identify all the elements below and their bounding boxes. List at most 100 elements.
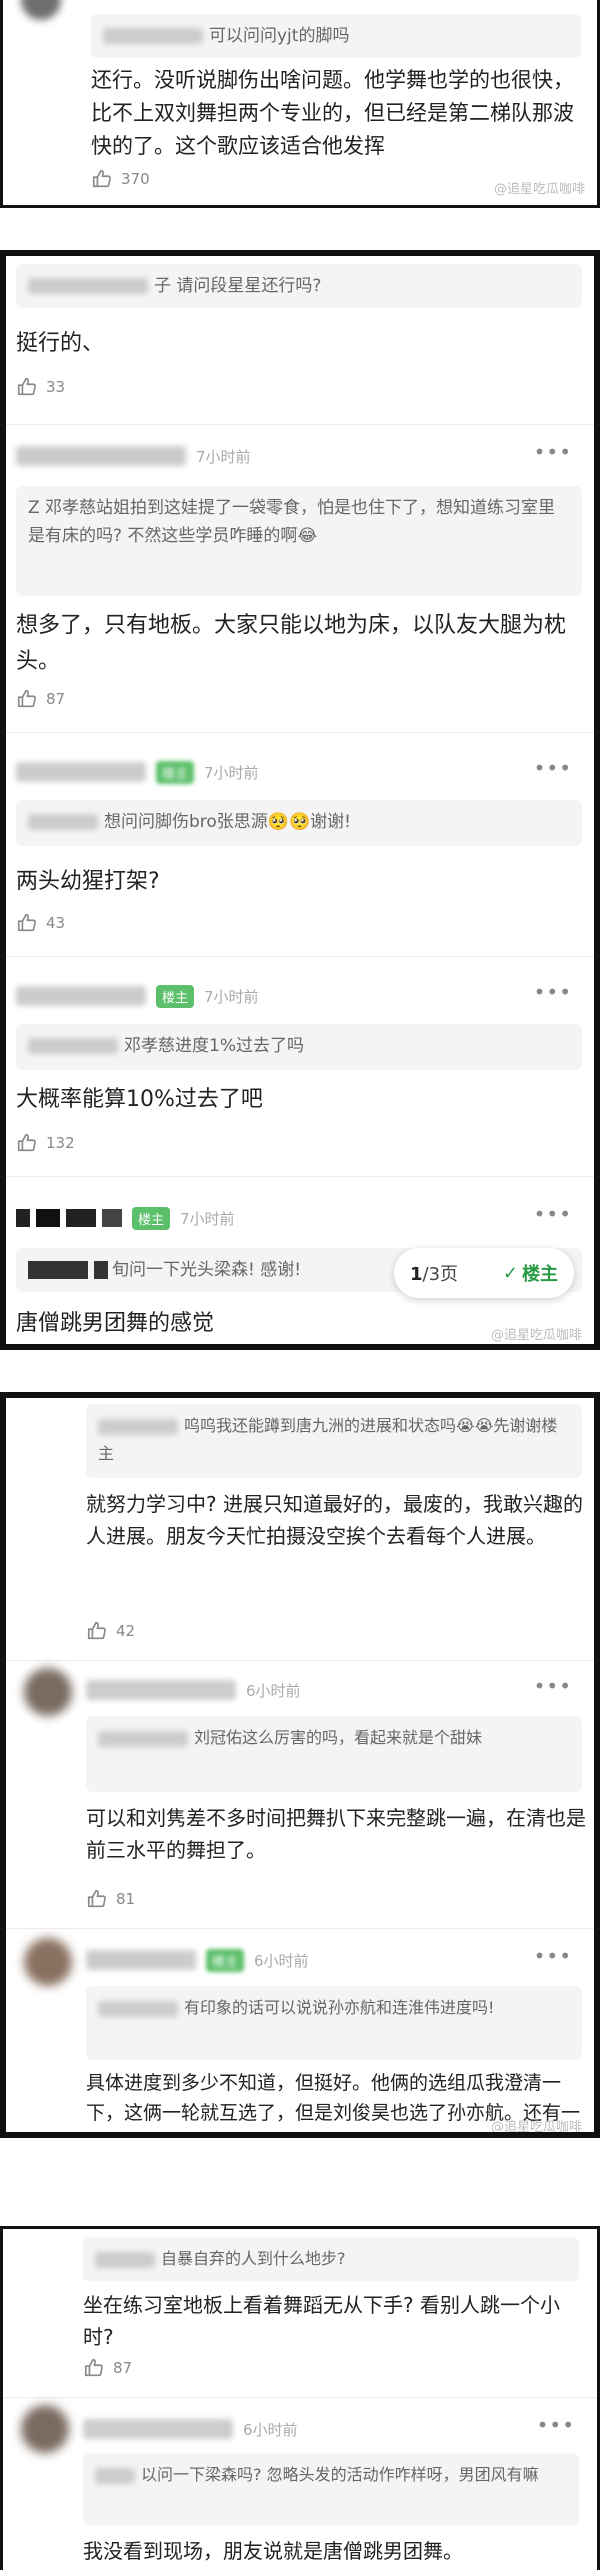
only-owner-toggle[interactable]: ✓ 楼主	[502, 1260, 558, 1286]
quoted-comment: 想问问脚伤bro张思源🥺🥺谢谢!	[16, 800, 582, 846]
like-button[interactable]: 87	[83, 2357, 132, 2379]
owner-badge: 楼主	[156, 984, 195, 1008]
more-options-icon[interactable]: •••	[537, 2413, 575, 2437]
quoted-text: 有印象的话可以说说孙亦航和连淮伟进度吗!	[184, 1998, 495, 2017]
username[interactable]	[16, 1209, 122, 1227]
reply-text: 我没看到现场，朋友说就是唐僧跳男团舞。	[83, 2539, 463, 2563]
like-count: 370	[121, 170, 150, 188]
watermark: @追星吃瓜咖啡	[490, 2120, 582, 2135]
reply-text: 两头幼猩打架?	[16, 869, 160, 894]
quoted-comment: 有印象的话可以说说孙亦航和连淮伟进度吗!	[86, 1986, 582, 2060]
username[interactable]	[86, 1680, 236, 1700]
quoted-comment: 以问一下梁森吗? 忽略头发的活动作咋样呀，男团风有嘛	[83, 2453, 579, 2525]
reply-text: 还行。没听说脚伤出啥问题。他学舞也学的也很快，比不上双刘舞担两个专业的，但已经是…	[91, 68, 574, 158]
like-button[interactable]: 33	[16, 376, 65, 398]
quoted-comment: Z 邓孝慈站姐拍到这娃提了一袋零食，怕是也住下了，想知道练习室里是有床的吗? 不…	[16, 486, 582, 596]
avatar[interactable]	[24, 1938, 72, 1986]
divider	[6, 1928, 594, 1929]
thumbs-up-icon	[16, 688, 38, 710]
like-count: 87	[46, 690, 66, 708]
timestamp: 7小时前	[196, 447, 251, 466]
comment-header: 7小时前	[16, 436, 251, 476]
avatar[interactable]	[24, 1668, 72, 1716]
reply-text: 大概率能算10%过去了吧	[16, 1087, 263, 1112]
divider	[6, 1176, 594, 1177]
quoted-text: 子 请问段星星还行吗?	[154, 276, 322, 296]
timestamp: 7小时前	[204, 763, 259, 782]
comment-header: 楼主 6小时前	[86, 1940, 309, 1980]
divider	[3, 2397, 597, 2398]
comment-panel-4: 自暴自弃的人到什么地步? 坐在练习室地板上看着舞蹈无从下手? 看别人跳一个小时?…	[0, 2226, 600, 2570]
quoted-text: Z 邓孝慈站姐拍到这娃提了一袋零食，怕是也住下了，想知道练习室里是有床的吗? 不…	[28, 498, 556, 546]
quoted-text: 自暴自弃的人到什么地步?	[161, 2249, 346, 2268]
like-count: 87	[113, 2359, 133, 2377]
like-button[interactable]: 370	[91, 168, 150, 190]
watermark: @追星吃瓜咖啡	[493, 182, 585, 197]
quoted-comment: 可以问问yjt的脚吗	[91, 14, 581, 58]
like-count: 132	[46, 1134, 75, 1152]
owner-badge: 楼主	[156, 760, 195, 784]
comment-header: 楼主 7小时前	[16, 752, 259, 792]
thumbs-up-icon	[86, 1620, 108, 1642]
more-options-icon[interactable]: •••	[534, 1202, 572, 1226]
like-count: 33	[46, 378, 66, 396]
comment-panel-3: 呜呜我还能蹲到唐九洲的进展和状态吗😭😭先谢谢楼主 就努力学习中? 进展只知道最好…	[0, 1392, 600, 2138]
quoted-comment: 呜呜我还能蹲到唐九洲的进展和状态吗😭😭先谢谢楼主	[86, 1404, 582, 1478]
quoted-text: 刘冠佑这么厉害的吗，看起来就是个甜妹	[194, 1728, 483, 1747]
reply-text: 就努力学习中? 进展只知道最好的，最废的，我敢兴趣的人进展。朋友今天忙拍摄没空挨…	[86, 1492, 583, 1548]
like-button[interactable]: 87	[16, 688, 65, 710]
like-button[interactable]: 81	[86, 1888, 135, 1910]
reply-text: 唐僧跳男团舞的感觉	[16, 1311, 215, 1336]
comment-header: 楼主 7小时前	[16, 976, 259, 1016]
thumbs-up-icon	[16, 376, 38, 398]
thumbs-up-icon	[86, 1888, 108, 1910]
page-navigator[interactable]: 1/3页 ✓ 楼主	[394, 1248, 574, 1298]
divider	[6, 424, 594, 425]
comment-panel-2: 子 请问段星星还行吗? 挺行的、 33 7小时前 ••• Z 邓孝慈站姐拍到这娃…	[0, 250, 600, 1350]
more-options-icon[interactable]: •••	[534, 1944, 572, 1968]
comment-header: 6小时前	[86, 1670, 301, 1710]
username[interactable]	[16, 446, 186, 466]
more-options-icon[interactable]: •••	[534, 756, 572, 780]
quoted-comment: 自暴自弃的人到什么地步?	[83, 2237, 579, 2281]
reply-text: 挺行的、	[16, 331, 105, 356]
quoted-text: 邓孝慈进度1%过去了吗	[124, 1036, 304, 1056]
username[interactable]	[16, 986, 146, 1006]
username[interactable]	[83, 2419, 233, 2439]
divider	[6, 1660, 594, 1661]
like-button[interactable]: 132	[16, 1132, 75, 1154]
more-options-icon[interactable]: •••	[534, 440, 572, 464]
username[interactable]	[16, 762, 146, 782]
username[interactable]	[86, 1950, 196, 1970]
like-button[interactable]: 43	[16, 912, 65, 934]
reply-text: 想多了，只有地板。大家只能以地为床，以队友大腿为枕头。	[16, 613, 567, 674]
like-count: 42	[116, 1622, 136, 1640]
like-count: 81	[116, 1890, 136, 1908]
quoted-comment: 邓孝慈进度1%过去了吗	[16, 1024, 582, 1070]
reply-text: 坐在练习室地板上看着舞蹈无从下手? 看别人跳一个小时?	[83, 2293, 560, 2349]
divider	[6, 732, 594, 733]
more-options-icon[interactable]: •••	[534, 1674, 572, 1698]
avatar	[21, 0, 61, 20]
quoted-comment: 子 请问段星星还行吗?	[16, 264, 582, 308]
owner-badge: 楼主	[206, 1948, 245, 1972]
avatar[interactable]	[21, 2405, 69, 2453]
timestamp: 7小时前	[180, 1209, 235, 1228]
quoted-text: 以问一下梁森吗? 忽略头发的活动作咋样呀，男团风有嘛	[141, 2465, 539, 2484]
like-button[interactable]: 42	[86, 1620, 135, 1642]
page-indicator[interactable]: 1/3页	[410, 1260, 458, 1286]
quoted-text: 想问问脚伤bro张思源🥺🥺谢谢!	[104, 812, 351, 832]
divider	[6, 956, 594, 957]
quoted-text: 可以问问yjt的脚吗	[209, 26, 350, 46]
more-options-icon[interactable]: •••	[534, 980, 572, 1004]
watermark: @追星吃瓜咖啡	[490, 1328, 582, 1343]
quoted-comment: 刘冠佑这么厉害的吗，看起来就是个甜妹	[86, 1716, 582, 1792]
comment-header: 楼主 7小时前	[16, 1198, 235, 1238]
comment-panel-1: 可以问问yjt的脚吗 还行。没听说脚伤出啥问题。他学舞也学的也很快，比不上双刘舞…	[0, 0, 600, 208]
check-icon: ✓	[502, 1262, 518, 1284]
thumbs-up-icon	[16, 912, 38, 934]
timestamp: 6小时前	[243, 2420, 298, 2439]
owner-badge: 楼主	[132, 1206, 171, 1230]
like-count: 43	[46, 914, 66, 932]
thumbs-up-icon	[83, 2357, 105, 2379]
